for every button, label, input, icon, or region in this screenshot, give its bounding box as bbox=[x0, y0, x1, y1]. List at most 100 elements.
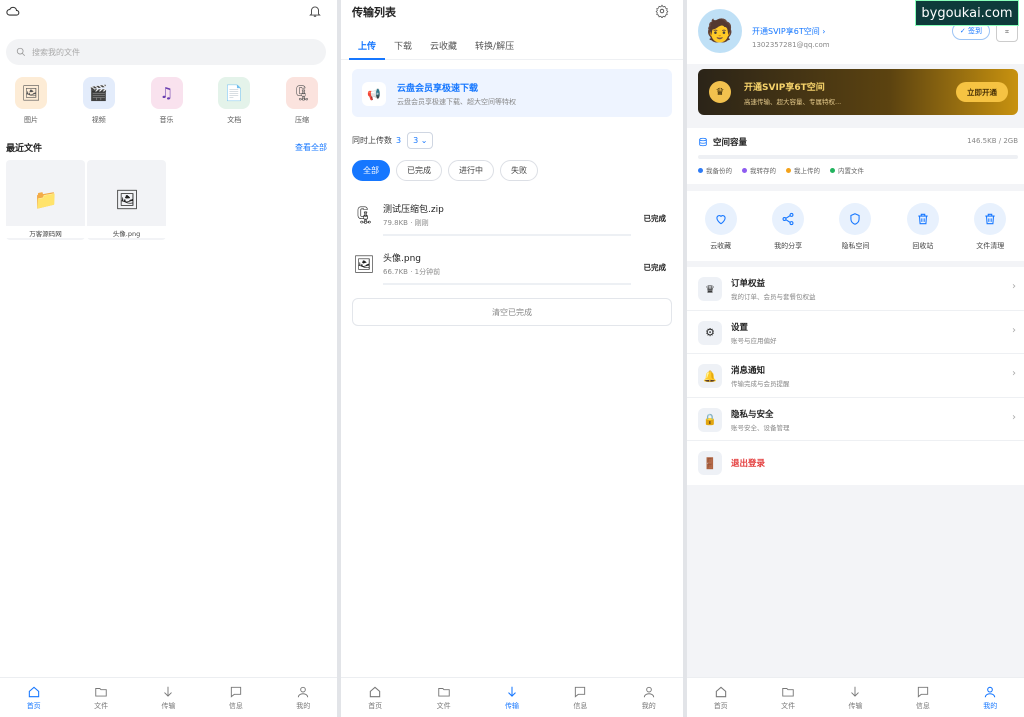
category-music[interactable]: ♫ 音乐 bbox=[142, 77, 192, 125]
nav-transfer[interactable]: 传输 bbox=[148, 685, 188, 711]
search-icon bbox=[16, 47, 26, 57]
vip-card[interactable]: ♛ 开通SVIP享6T空间 高速传输、超大容量、专属特权... 立即开通 bbox=[698, 69, 1018, 115]
legend-item: 我备份的 bbox=[698, 165, 732, 175]
nav-me[interactable]: 我的 bbox=[629, 685, 669, 711]
nav-label: 我的 bbox=[641, 701, 656, 710]
chevron-right-icon: › bbox=[1012, 411, 1016, 423]
nav-transfer[interactable]: 传输 bbox=[492, 685, 532, 711]
home-icon bbox=[715, 686, 726, 697]
file-tile[interactable]: 📁 万客源码网 bbox=[6, 160, 85, 240]
quick-label: 云收藏 bbox=[710, 242, 732, 250]
bottom-nav: 首页 文件 传输 信息 我的 bbox=[0, 677, 337, 717]
recent-files-title: 最近文件 bbox=[6, 144, 43, 154]
home-screen: 搜索我的文件 🖼 图片 🎬 视频 ♫ 音乐 📄 文档 🗜 压缩 最近文件 查看全部 📁 万客… bbox=[0, 0, 337, 717]
tab-cloud-collect[interactable]: 云收藏 bbox=[421, 30, 466, 60]
transfer-status: 已完成 bbox=[643, 214, 667, 223]
nav-files[interactable]: 文件 bbox=[768, 685, 808, 711]
bell-icon[interactable] bbox=[308, 4, 322, 18]
image-file-icon: 🖼 bbox=[353, 255, 375, 275]
nav-me[interactable]: 我的 bbox=[970, 685, 1010, 711]
filter-in-progress[interactable]: 进行中 bbox=[448, 160, 494, 181]
status-filters: 全部 已完成 进行中 失败 bbox=[352, 160, 538, 181]
search-input[interactable]: 搜索我的文件 bbox=[6, 39, 326, 65]
quick-my-shares[interactable]: 我的分享 bbox=[764, 203, 812, 261]
menu-subtitle: 传输完成与会员提醒 bbox=[731, 380, 790, 388]
tab-upload[interactable]: 上传 bbox=[349, 30, 386, 60]
filter-completed[interactable]: 已完成 bbox=[396, 160, 442, 181]
transfer-meta: 79.8KB · 刚刚 bbox=[383, 219, 429, 227]
menu-subtitle: 我的订单、会员与套餐包权益 bbox=[731, 293, 816, 301]
menu-item-orders[interactable]: ♛ 订单权益 我的订单、会员与套餐包权益 › bbox=[687, 267, 1024, 311]
category-documents[interactable]: 📄 文档 bbox=[209, 77, 259, 125]
see-all-link[interactable]: 查看全部 bbox=[295, 142, 327, 153]
clean-icon bbox=[985, 213, 995, 225]
menu-title: 消息通知 bbox=[731, 366, 766, 376]
storage-legend: 我备份的 我转存的 我上传的 内置文件 bbox=[698, 165, 864, 175]
menu-item-settings[interactable]: ⚙ 设置 账号与应用偏好 › bbox=[687, 311, 1024, 354]
recent-files-list: 📁 万客源码网 🖼 头像.png bbox=[6, 160, 166, 240]
clear-completed-button[interactable]: 清空已完成 bbox=[352, 298, 672, 326]
megaphone-icon: 📢 bbox=[362, 82, 386, 106]
folder-icon bbox=[782, 687, 794, 697]
nav-label: 首页 bbox=[26, 701, 41, 710]
nav-messages[interactable]: 信息 bbox=[216, 685, 256, 711]
menu-item-notifications[interactable]: 🔔 消息通知 传输完成与会员提醒 › bbox=[687, 354, 1024, 398]
nav-messages[interactable]: 信息 bbox=[560, 685, 600, 711]
chevron-down-icon: ⌄ bbox=[420, 136, 428, 145]
tab-download[interactable]: 下载 bbox=[385, 30, 421, 60]
quick-private-space[interactable]: 隐私空间 bbox=[831, 203, 879, 261]
concurrent-label: 同时上传数 bbox=[352, 136, 392, 145]
nav-home[interactable]: 首页 bbox=[14, 685, 54, 711]
quick-actions: 云收藏 我的分享 隐私空间 回收站 文件清理 bbox=[687, 191, 1024, 261]
concurrent-select-value: 3 bbox=[413, 136, 419, 145]
avatar[interactable]: 🧑 bbox=[698, 9, 742, 53]
account-email: 1302357281@qq.com bbox=[752, 41, 830, 49]
nav-home[interactable]: 首页 bbox=[701, 685, 741, 711]
vip-promo-banner[interactable]: 📢 云盘会员享极速下载 云盘会员享极速下载、超大空间等特权 bbox=[352, 69, 672, 117]
category-images[interactable]: 🖼 图片 bbox=[6, 77, 56, 125]
lock-icon: 🔒 bbox=[698, 407, 722, 432]
crown-icon: ♛ bbox=[709, 81, 731, 103]
nav-label: 文件 bbox=[94, 701, 109, 710]
quick-file-cleanup[interactable]: 文件清理 bbox=[966, 203, 1014, 261]
music-icon: ♫ bbox=[150, 77, 183, 109]
folder-icon bbox=[95, 687, 107, 697]
file-name: 万客源码网 bbox=[6, 226, 85, 238]
category-videos[interactable]: 🎬 视频 bbox=[74, 77, 124, 125]
transfer-item[interactable]: 🗜 测试压缩包.zip 79.8KB · 刚刚 已完成 bbox=[352, 194, 672, 238]
heart-icon bbox=[716, 215, 726, 225]
logout-button[interactable]: 🚪 退出登录 bbox=[687, 441, 1024, 485]
page-title: 传输列表 bbox=[352, 6, 396, 19]
nav-messages[interactable]: 信息 bbox=[903, 685, 943, 711]
vip-upgrade-link[interactable]: 开通SVIP享6T空间 › bbox=[752, 26, 825, 37]
category-archives[interactable]: 🗜 压缩 bbox=[277, 77, 327, 125]
transfer-item[interactable]: 🖼 头像.png 66.7KB · 1分钟前 已完成 bbox=[352, 243, 672, 287]
nav-label: 传输 bbox=[161, 701, 176, 710]
menu-item-privacy[interactable]: 🔒 隐私与安全 账号安全、设备管理 › bbox=[687, 398, 1024, 441]
filter-all[interactable]: 全部 bbox=[352, 160, 390, 181]
storage-section[interactable]: 空间容量 146.5KB / 2GB 我备份的 我转存的 我上传的 内置文件 bbox=[687, 128, 1024, 184]
concurrent-select[interactable]: 3 ⌄ bbox=[407, 132, 434, 149]
nav-files[interactable]: 文件 bbox=[81, 685, 121, 711]
search-placeholder: 搜索我的文件 bbox=[32, 47, 80, 57]
message-icon bbox=[575, 686, 586, 698]
tab-convert[interactable]: 转换/解压 bbox=[466, 30, 523, 60]
zip-file-icon: 🗜 bbox=[353, 206, 375, 226]
quick-cloud-collect[interactable]: 云收藏 bbox=[697, 203, 745, 261]
filter-failed[interactable]: 失败 bbox=[500, 160, 538, 181]
file-tile[interactable]: 🖼 头像.png bbox=[87, 160, 166, 240]
legend-item: 内置文件 bbox=[830, 165, 864, 175]
transfer-screen: 传输列表 上传 下载 云收藏 转换/解压 📢 云盘会员享极速下载 云盘会员享极速… bbox=[341, 0, 683, 717]
category-label: 压缩 bbox=[295, 116, 309, 124]
storage-title: 空间容量 bbox=[698, 136, 747, 148]
gear-icon[interactable] bbox=[655, 4, 669, 18]
activate-vip-button[interactable]: 立即开通 bbox=[956, 82, 1008, 102]
quick-label: 回收站 bbox=[912, 242, 934, 250]
nav-transfer[interactable]: 传输 bbox=[835, 685, 875, 711]
transfer-status: 已完成 bbox=[643, 263, 667, 272]
nav-me[interactable]: 我的 bbox=[283, 685, 323, 711]
category-label: 文档 bbox=[227, 116, 242, 124]
nav-home[interactable]: 首页 bbox=[355, 685, 395, 711]
quick-recycle-bin[interactable]: 回收站 bbox=[899, 203, 947, 261]
nav-files[interactable]: 文件 bbox=[424, 685, 464, 711]
